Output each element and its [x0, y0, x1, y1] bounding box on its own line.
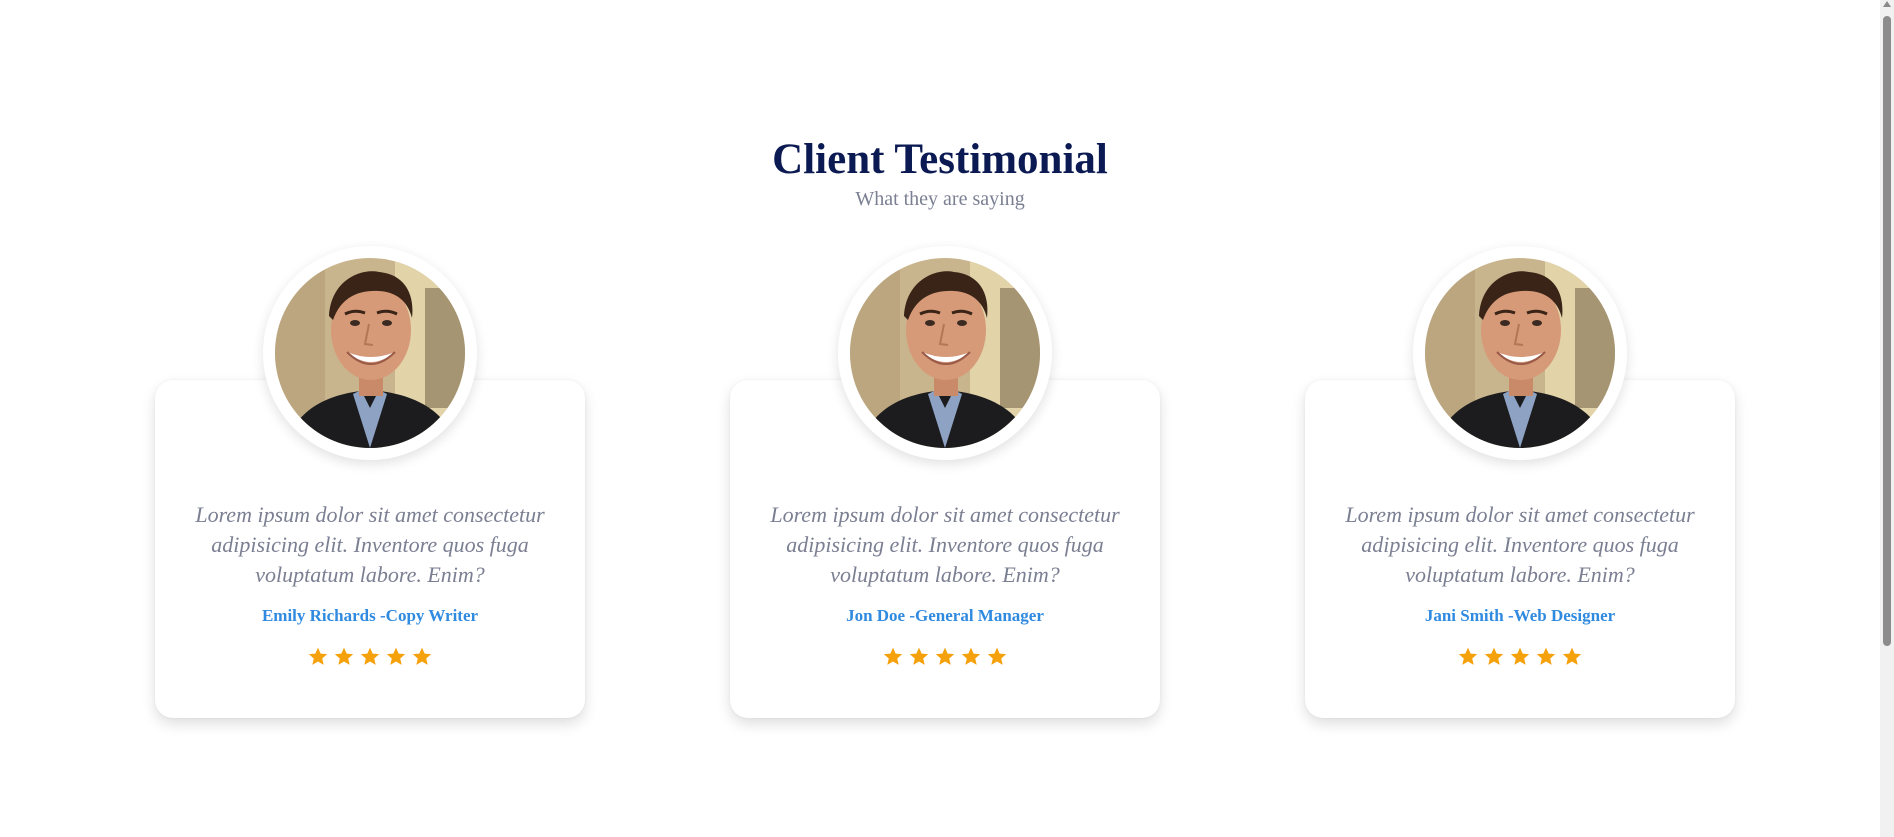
star-icon [1483, 646, 1505, 668]
star-icon [359, 646, 381, 668]
testimonial-author: Jani Smith -Web Designer [1424, 606, 1616, 625]
star-icon [882, 646, 904, 668]
avatar [1425, 258, 1615, 448]
testimonial-quote: Lorem ipsum dolor sit amet consectetur a… [1345, 502, 1695, 587]
testimonial-quote: Lorem ipsum dolor sit amet consectetur a… [770, 502, 1120, 587]
star-icon [934, 646, 956, 668]
rating-stars [155, 646, 585, 668]
testimonial-author: Jon Doe -General Manager [846, 606, 1044, 625]
section-title: Client Testimonial [772, 136, 1108, 183]
testimonial-card: Lorem ipsum dolor sit amet consectetur a… [1305, 246, 1735, 718]
testimonial-card: Lorem ipsum dolor sit amet consectetur a… [730, 246, 1160, 718]
scroll-thumb[interactable] [1883, 16, 1891, 646]
avatar-frame [1413, 246, 1627, 460]
star-icon [307, 646, 329, 668]
star-icon [1457, 646, 1479, 668]
section-subtitle: What they are saying [855, 188, 1025, 210]
avatar [275, 258, 465, 448]
star-icon [986, 646, 1008, 668]
rating-stars [730, 646, 1160, 668]
testimonial-card: Lorem ipsum dolor sit amet consectetur a… [155, 246, 585, 718]
testimonial-quote: Lorem ipsum dolor sit amet consectetur a… [195, 502, 545, 587]
star-icon [333, 646, 355, 668]
star-icon [1509, 646, 1531, 668]
avatar-frame [838, 246, 1052, 460]
testimonial-page: Client Testimonial What they are saying … [0, 0, 1894, 837]
avatar-frame [263, 246, 477, 460]
testimonial-author: Emily Richards -Copy Writer [261, 606, 479, 625]
page-scrollbar[interactable] [1880, 0, 1894, 837]
star-icon [1561, 646, 1583, 668]
star-icon [908, 646, 930, 668]
star-icon [385, 646, 407, 668]
avatar [850, 258, 1040, 448]
star-icon [960, 646, 982, 668]
star-icon [411, 646, 433, 668]
testimonial-list: Lorem ipsum dolor sit amet consectetur a… [0, 246, 1880, 726]
rating-stars [1305, 646, 1735, 668]
section-header: Client Testimonial What they are saying [0, 134, 1880, 212]
star-icon [1535, 646, 1557, 668]
scroll-up-icon[interactable] [1883, 1, 1891, 7]
